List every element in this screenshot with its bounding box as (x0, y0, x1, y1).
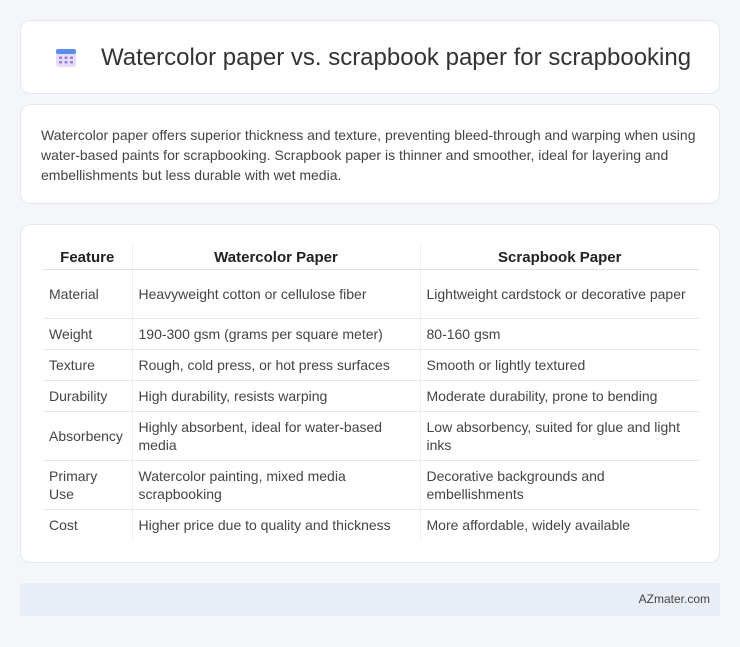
scrapbook-cell: Decorative backgrounds and embellishment… (419, 460, 699, 510)
page-title: Watercolor paper vs. scrapbook paper for… (101, 44, 692, 71)
watercolor-cell: Higher price due to quality and thicknes… (131, 509, 420, 541)
footer-brand-link[interactable]: AZmater.com (639, 592, 710, 606)
table-row: Cost Higher price due to quality and thi… (43, 509, 699, 541)
row-label: Primary Use (43, 460, 132, 510)
header-watercolor: Watercolor Paper (131, 243, 420, 270)
comparison-table: Feature Watercolor Paper Scrapbook Paper… (43, 243, 699, 541)
table-row: Weight 190-300 gsm (grams per square met… (43, 318, 699, 350)
calendar-grid-icon (56, 49, 76, 67)
header-feature: Feature (43, 243, 132, 270)
watercolor-cell: Heavyweight cotton or cellulose fiber (131, 269, 420, 319)
row-label: Weight (43, 318, 132, 350)
row-label: Absorbency (43, 411, 132, 461)
scrapbook-cell: Smooth or lightly textured (419, 349, 699, 381)
intro-card: Watercolor paper offers superior thickne… (20, 104, 720, 204)
table-row: Material Heavyweight cotton or cellulose… (43, 269, 699, 319)
watercolor-cell: Watercolor painting, mixed media scrapbo… (131, 460, 420, 510)
row-label: Material (43, 269, 132, 319)
watercolor-cell: High durability, resists warping (131, 380, 420, 412)
watercolor-cell: 190-300 gsm (grams per square meter) (131, 318, 420, 350)
watercolor-cell: Rough, cold press, or hot press surfaces (131, 349, 420, 381)
scrapbook-cell: Lightweight cardstock or decorative pape… (419, 269, 699, 319)
scrapbook-cell: 80-160 gsm (419, 318, 699, 350)
watercolor-cell: Highly absorbent, ideal for water-based … (131, 411, 420, 461)
footer-bar: AZmater.com (20, 583, 720, 616)
scrapbook-cell: Moderate durability, prone to bending (419, 380, 699, 412)
comparison-card: Feature Watercolor Paper Scrapbook Paper… (20, 224, 720, 563)
scrapbook-cell: Low absorbency, suited for glue and ligh… (419, 411, 699, 461)
table-row: Primary Use Watercolor painting, mixed m… (43, 460, 699, 510)
row-label: Durability (43, 380, 132, 412)
table-row: Durability High durability, resists warp… (43, 380, 699, 412)
title-card: Watercolor paper vs. scrapbook paper for… (20, 20, 720, 94)
header-scrapbook: Scrapbook Paper (419, 243, 699, 270)
table-row: Texture Rough, cold press, or hot press … (43, 349, 699, 381)
row-label: Texture (43, 349, 132, 381)
table-row: Absorbency Highly absorbent, ideal for w… (43, 411, 699, 461)
table-header-row: Feature Watercolor Paper Scrapbook Paper (43, 243, 699, 270)
intro-paragraph: Watercolor paper offers superior thickne… (41, 127, 696, 183)
scrapbook-cell: More affordable, widely available (419, 509, 699, 541)
row-label: Cost (49, 517, 78, 534)
